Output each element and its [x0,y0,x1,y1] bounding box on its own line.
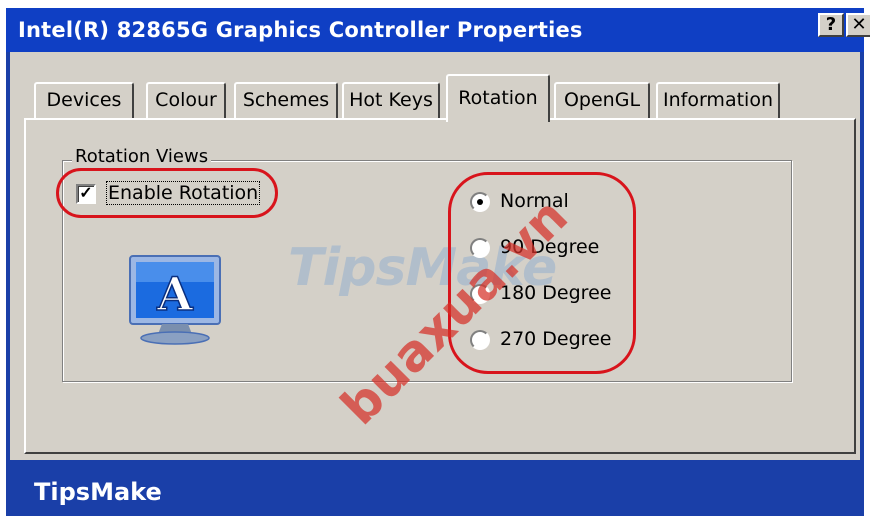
radio-normal[interactable] [470,192,490,212]
window-titlebar: Intel(R) 82865G Graphics Controller Prop… [6,8,864,52]
checkmark-icon: ✓ [79,185,93,202]
window-title: Intel(R) 82865G Graphics Controller Prop… [18,18,583,42]
enable-rotation-label[interactable]: Enable Rotation [106,181,261,205]
monitor-icon: A [129,255,221,345]
group-label: Rotation Views [72,146,212,167]
tab-schemes[interactable]: Schemes [234,82,338,118]
tab-rotation[interactable]: Rotation [446,74,550,122]
tab-devices[interactable]: Devices [34,82,134,118]
footer-brand: TipsMake [34,478,162,506]
svg-text:A: A [156,267,194,321]
tab-information[interactable]: Information [656,82,780,118]
radio-selected-dot [477,199,483,205]
enable-rotation-checkbox[interactable]: ✓ [76,184,96,204]
close-button[interactable]: ✕ [846,13,870,37]
tab-hot-keys[interactable]: Hot Keys [342,82,440,118]
tab-colour[interactable]: Colour [146,82,226,118]
radio-label-270-degree[interactable]: 270 Degree [500,328,611,350]
tab-opengl[interactable]: OpenGL [554,82,650,118]
help-button[interactable]: ? [818,13,844,37]
